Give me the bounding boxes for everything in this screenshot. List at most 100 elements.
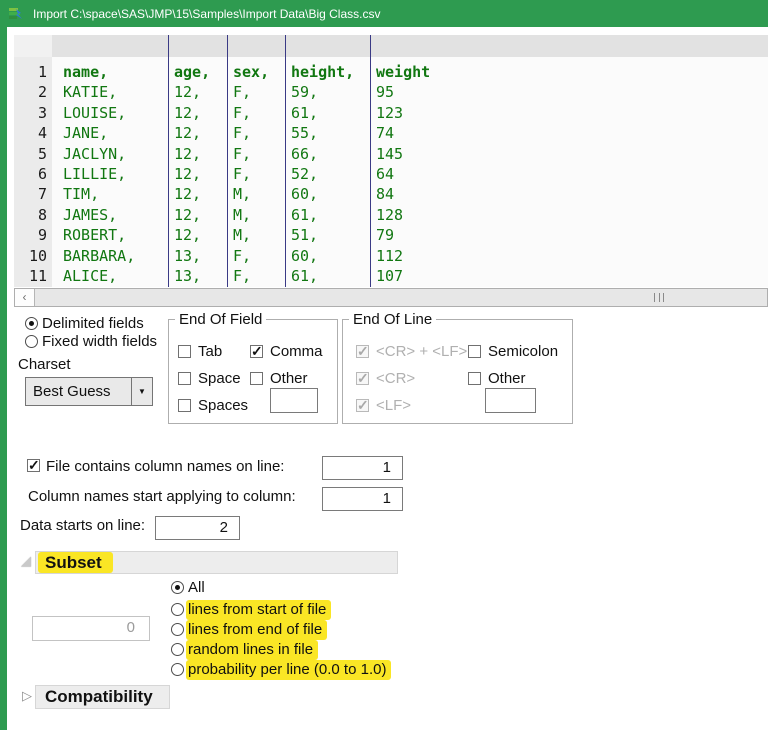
space-label[interactable]: Space (198, 370, 241, 387)
compatibility-title: Compatibility (45, 687, 153, 706)
preview-cell: 12, (174, 185, 202, 204)
column-names-line-input[interactable]: 1 (322, 456, 403, 480)
preview-line-number: 1 (37, 63, 47, 81)
column-names-label[interactable]: File contains column names on line: (46, 458, 284, 475)
delimited-fields-label[interactable]: Delimited fields (42, 315, 144, 332)
comma-checkbox[interactable] (250, 343, 263, 360)
compatibility-disclosure-icon[interactable]: ▷ (22, 688, 32, 704)
preview-line-number: 3 (37, 103, 47, 122)
column-start-input[interactable]: 1 (322, 487, 403, 511)
subset-lines-start-radio[interactable] (171, 603, 184, 616)
horizontal-scrollbar[interactable]: ‹ (14, 288, 768, 307)
preview-cell: F, (233, 103, 252, 122)
fixed-width-fields-radio[interactable] (25, 335, 38, 348)
tab-checkbox[interactable] (178, 345, 191, 358)
preview-cell: M, (233, 185, 252, 204)
subset-probability-label[interactable]: probability per line (0.0 to 1.0) (186, 660, 392, 680)
preview-cell: 12, (174, 83, 202, 102)
subset-all-radio[interactable] (171, 581, 184, 594)
preview-cell: 112 (376, 246, 404, 265)
preview-cell: 74 (376, 124, 395, 143)
preview-cell: ALICE, (63, 267, 118, 286)
subset-lines-start-label[interactable]: lines from start of file (186, 600, 332, 620)
other-line-label[interactable]: Other (488, 370, 526, 387)
preview-cell: 61, (291, 205, 319, 224)
preview-column-age: age, 12, 12, 12, 12, 12, 12, 12, 12, 13, 13, (168, 35, 210, 287)
subset-lines-end-radio[interactable] (171, 623, 184, 636)
tab-label[interactable]: Tab (198, 343, 222, 360)
cr-label: <CR> (376, 370, 416, 387)
fixed-width-fields-label[interactable]: Fixed width fields (42, 333, 157, 350)
data-start-input[interactable]: 2 (155, 516, 240, 540)
preview-cell: F, (233, 267, 252, 286)
preview-cell: 95 (376, 83, 395, 102)
charset-dropdown[interactable]: Best Guess ▼ (25, 377, 153, 406)
preview-line-number: 11 (28, 267, 47, 286)
data-preview[interactable]: 1 2 3 4 5 6 7 8 9 10 11 name, KATIE, LOUISE, JANE, JAC… (14, 35, 768, 287)
cr-checkbox (356, 370, 369, 387)
preview-cell: 123 (376, 103, 404, 122)
semicolon-checkbox[interactable] (468, 345, 481, 358)
preview-cell: 145 (376, 144, 404, 163)
subset-lines-end-label[interactable]: lines from end of file (186, 620, 328, 640)
preview-cell: 12, (174, 165, 202, 184)
lf-label: <LF> (376, 397, 412, 414)
preview-cell: 84 (376, 185, 395, 204)
preview-cell: F, (233, 165, 252, 184)
lf-checkbox (356, 397, 369, 414)
preview-cell: F, (233, 83, 252, 102)
preview-cell: JANE, (63, 124, 109, 143)
compatibility-header[interactable]: Compatibility (35, 685, 170, 709)
other-line-checkbox[interactable] (468, 372, 481, 385)
preview-cell: 59, (291, 83, 319, 102)
preview-cell: height, (291, 63, 355, 81)
preview-cell: 12, (174, 205, 202, 224)
preview-cell: 60, (291, 246, 319, 265)
preview-column-height: height, 59, 61, 55, 66, 52, 60, 61, 51, 60, 61, (285, 35, 354, 287)
subset-header[interactable]: Subset (35, 551, 398, 574)
preview-line-number: 4 (37, 124, 47, 143)
subset-random-lines-label[interactable]: random lines in file (186, 640, 319, 660)
preview-cell: JAMES, (63, 205, 118, 224)
spaces-label[interactable]: Spaces (198, 397, 248, 414)
chevron-down-icon[interactable]: ▼ (131, 378, 152, 405)
spaces-checkbox[interactable] (178, 399, 191, 412)
other-field-checkbox[interactable] (250, 372, 263, 385)
preview-cell: LOUISE, (63, 103, 127, 122)
comma-label[interactable]: Comma (270, 343, 323, 360)
preview-line-number: 8 (37, 205, 47, 224)
preview-column-name: name, KATIE, LOUISE, JANE, JACLYN, LILLIE, TIM… (58, 35, 135, 287)
preview-line-numbers: 1 2 3 4 5 6 7 8 9 10 11 (14, 57, 52, 287)
data-start-label: Data starts on line: (20, 517, 146, 534)
preview-cell: TIM, (63, 185, 100, 204)
end-of-field-title: End Of Field (175, 311, 267, 328)
semicolon-label[interactable]: Semicolon (488, 343, 558, 360)
crlf-label: <CR> + <LF> (376, 343, 468, 360)
crlf-checkbox (356, 343, 369, 360)
scroll-left-button[interactable]: ‹ (15, 289, 35, 306)
charset-label: Charset (18, 356, 71, 373)
other-line-input[interactable] (485, 388, 536, 413)
preview-cell: 12, (174, 124, 202, 143)
preview-cell: F, (233, 246, 252, 265)
charset-value: Best Guess (33, 383, 111, 400)
delimited-fields-radio[interactable] (25, 317, 38, 330)
subset-all-label[interactable]: All (188, 579, 210, 596)
subset-title: Subset (45, 553, 102, 572)
preview-column-sex: sex, F, F, F, F, F, M, M, M, F, F, (227, 35, 269, 287)
other-field-label[interactable]: Other (270, 370, 308, 387)
other-field-input[interactable] (270, 388, 318, 413)
subset-disclosure-icon[interactable]: ◢ (21, 553, 31, 569)
subset-probability-radio[interactable] (171, 663, 184, 676)
preview-cell: 64 (376, 165, 395, 184)
preview-cell: KATIE, (63, 83, 118, 102)
subset-random-lines-radio[interactable] (171, 643, 184, 656)
title-bar[interactable]: Import C:\space\SAS\JMP\15\Samples\Impor… (0, 0, 768, 27)
space-checkbox[interactable] (178, 372, 191, 385)
preview-cell: M, (233, 205, 252, 224)
preview-cell: weight (376, 63, 431, 81)
scrollbar-grip-icon[interactable] (654, 293, 664, 302)
preview-cell: sex, (233, 63, 270, 81)
preview-cell: 52, (291, 165, 319, 184)
column-names-checkbox[interactable] (27, 457, 40, 474)
